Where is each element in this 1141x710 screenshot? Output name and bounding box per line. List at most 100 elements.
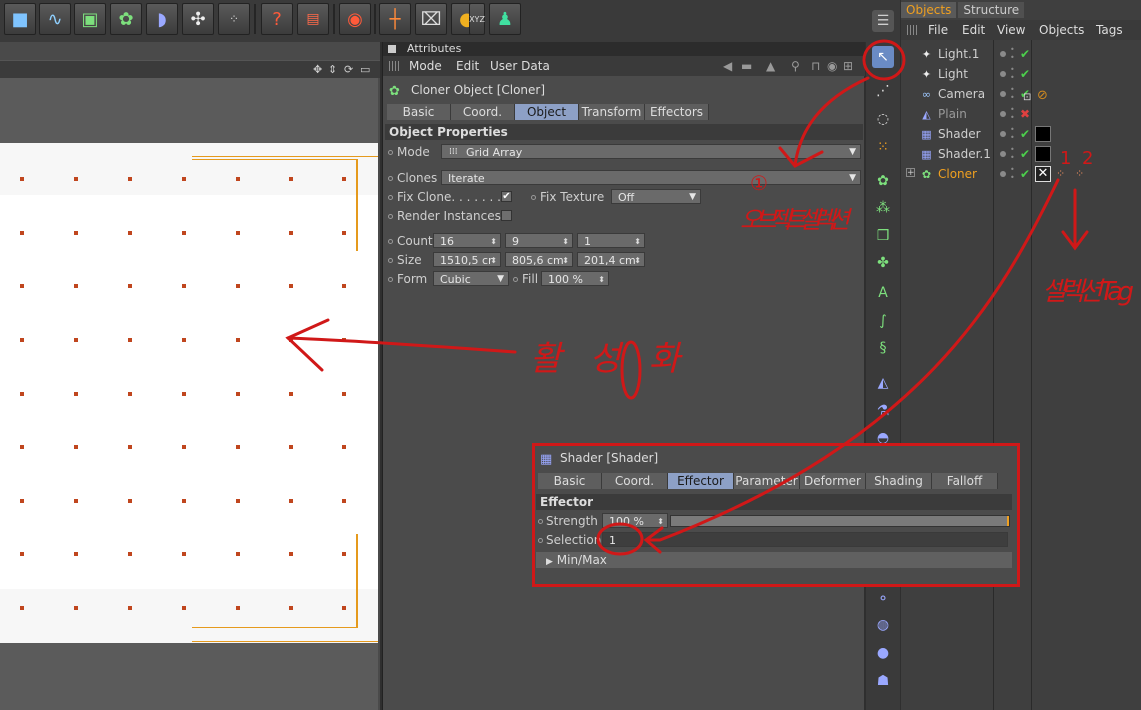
enabled-check-icon[interactable]: ✔ <box>1020 164 1030 184</box>
history-icon[interactable]: ▬ <box>741 59 752 73</box>
object-row-shader-1[interactable]: ▦ Shader.1 • • ✔ <box>901 144 1141 164</box>
animate-dot-icon[interactable] <box>531 195 536 200</box>
up-arrow-icon[interactable]: ▲ <box>766 59 775 73</box>
nurbs-icon[interactable]: ▣ <box>74 3 106 35</box>
animate-dot-icon[interactable] <box>388 214 393 219</box>
count-x-field[interactable]: 16 ⬍ <box>433 233 501 248</box>
layer-dot[interactable] <box>1000 91 1006 97</box>
matrix-icon[interactable]: ⁂ <box>872 197 894 219</box>
visibility-dots[interactable]: • • <box>1010 66 1015 82</box>
visibility-dots[interactable]: • • <box>1010 106 1015 122</box>
particle-icon[interactable]: ⁘ <box>218 3 250 35</box>
zoom-icon[interactable]: ⇕ <box>328 63 337 76</box>
effector-shader-icon[interactable]: ◍ <box>872 614 894 636</box>
add-icon[interactable]: ⊞ <box>843 59 853 73</box>
tab-transform[interactable]: Transform <box>579 104 645 120</box>
animate-dot-icon[interactable] <box>388 277 393 282</box>
viewport[interactable]: ✥ ⇕ ⟳ ▭ <box>0 42 380 710</box>
help-cursor-icon[interactable]: ? <box>261 3 293 35</box>
layer-dot[interactable] <box>1000 131 1006 137</box>
ring-icon[interactable]: ◌ <box>872 108 894 130</box>
maximize-icon[interactable]: ▭ <box>360 63 370 76</box>
clones-dropdown[interactable]: Iterate ▼ <box>441 170 861 185</box>
back-arrow-icon[interactable]: ◀ <box>723 59 732 73</box>
move-icon[interactable]: ✥ <box>313 63 322 76</box>
xyz-icon[interactable]: XYZ <box>469 3 485 35</box>
lock-icon[interactable]: ⊓ <box>811 59 820 73</box>
animate-dot-icon[interactable] <box>388 239 393 244</box>
animate-dot-icon[interactable] <box>388 258 393 263</box>
selection-tag-icon[interactable]: ⁘ <box>1056 164 1065 184</box>
render-globe-icon[interactable]: ◉ <box>339 3 371 35</box>
material-tag-icon[interactable] <box>1035 146 1051 162</box>
axis-icon[interactable]: ┼ <box>379 3 411 35</box>
layer-dot[interactable] <box>1000 111 1006 117</box>
tab-structure[interactable]: Structure <box>958 2 1025 18</box>
fix-clone-checkbox[interactable]: ✔ <box>501 191 512 202</box>
visibility-dots[interactable]: • • <box>1010 46 1015 62</box>
visibility-dots[interactable]: • • <box>1010 166 1015 182</box>
tab-basic[interactable]: Basic <box>387 104 451 120</box>
material-tag-icon[interactable] <box>1035 126 1051 142</box>
menu-tags[interactable]: Tags <box>1096 23 1123 37</box>
menu-objects[interactable]: Objects <box>1039 23 1084 37</box>
fracture-icon[interactable]: ❒ <box>872 225 894 247</box>
effector-random-icon[interactable]: ⚬ <box>872 588 894 610</box>
animate-dot-icon[interactable] <box>513 277 518 282</box>
effector-step-icon[interactable]: ☗ <box>872 670 894 692</box>
layer-dot[interactable] <box>1000 171 1006 177</box>
tab-objects[interactable]: Objects <box>901 2 957 18</box>
expand-icon[interactable]: + <box>906 168 915 178</box>
cube-icon[interactable]: ■ <box>4 3 36 35</box>
object-row-plain[interactable]: ◭ Plain • • ✖ <box>901 104 1141 124</box>
object-row-cloner[interactable]: + ✿ Cloner • • ✔ ✕ ⁘ ⁘ <box>901 164 1141 184</box>
mode-dropdown[interactable]: ⁞⁞⁞ Grid Array ▼ <box>441 144 861 159</box>
count-y-field[interactable]: 9 ⬍ <box>505 233 573 248</box>
enabled-check-icon[interactable]: ✔ <box>1020 124 1030 144</box>
tab-object[interactable]: Object <box>515 104 579 120</box>
menu-mode[interactable]: Mode <box>409 59 442 73</box>
protection-tag-icon[interactable]: ⊘ <box>1037 86 1048 106</box>
timeline-icon[interactable]: ▤ <box>297 3 329 35</box>
size-x-field[interactable]: 1510,5 cr ⬍ <box>433 252 501 267</box>
grip-icon[interactable] <box>389 61 399 71</box>
deformer-icon[interactable]: ◗ <box>146 3 178 35</box>
layer-dot[interactable] <box>1000 71 1006 77</box>
select-cursor-icon[interactable]: ↖ <box>872 46 894 68</box>
menu-edit[interactable]: Edit <box>962 23 985 37</box>
object-row-camera[interactable]: ∞ Camera • • ✔ ⊡ ⊘ <box>901 84 1141 104</box>
fill-field[interactable]: 100 % ⬍ <box>541 271 609 286</box>
form-dropdown[interactable]: Cubic ▼ <box>433 271 509 286</box>
menu-edit[interactable]: Edit <box>456 59 479 73</box>
effector-sound-icon[interactable]: ● <box>872 642 894 664</box>
cloner-icon[interactable]: ✿ <box>872 170 894 192</box>
selection-tag-icon[interactable]: ⁘ <box>1075 164 1084 184</box>
array-icon[interactable]: ✿ <box>110 3 142 35</box>
effector-plain-icon[interactable]: ◭ <box>872 372 894 394</box>
visibility-dots[interactable]: • • <box>1010 86 1015 102</box>
instance-icon[interactable]: ✤ <box>872 252 894 274</box>
list-icon[interactable]: ☰ <box>872 10 894 32</box>
material-tag-icon[interactable]: ✕ <box>1035 166 1051 182</box>
render-instances-checkbox[interactable] <box>501 210 512 221</box>
animate-dot-icon[interactable] <box>388 195 393 200</box>
disabled-cross-icon[interactable]: ✖ <box>1020 104 1030 124</box>
size-z-field[interactable]: 201,4 cm ⬍ <box>577 252 645 267</box>
fix-texture-dropdown[interactable]: Off ▼ <box>611 189 701 204</box>
enabled-check-icon[interactable]: ✔ <box>1020 144 1030 164</box>
scene-icon[interactable]: ✣ <box>182 3 214 35</box>
object-row-shader[interactable]: ▦ Shader • • ✔ <box>901 124 1141 144</box>
menu-view[interactable]: View <box>997 23 1025 37</box>
grid-icon[interactable]: ⁙ <box>872 136 894 158</box>
tab-coord[interactable]: Coord. <box>451 104 515 120</box>
new-panel-icon[interactable]: ◉ <box>827 59 837 73</box>
spline-mask-icon[interactable]: § <box>872 337 894 359</box>
menu-user-data[interactable]: User Data <box>490 59 550 73</box>
visibility-dots[interactable]: • • <box>1010 126 1015 142</box>
enabled-check-icon[interactable]: ✔ <box>1020 64 1030 84</box>
tab-effectors[interactable]: Effectors <box>645 104 709 120</box>
object-row-light[interactable]: ✦ Light • • ✔ <box>901 64 1141 84</box>
animate-dot-icon[interactable] <box>388 176 393 181</box>
effector-formula-icon[interactable]: ⚗ <box>872 400 894 422</box>
tracer-icon[interactable]: ∫ <box>872 310 894 332</box>
